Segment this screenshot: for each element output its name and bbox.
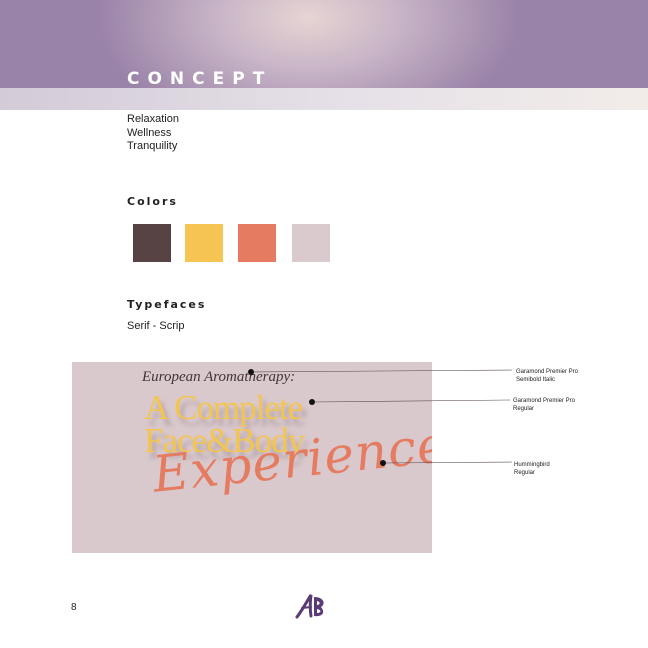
page-number: 8 — [71, 602, 77, 613]
color-swatch-yellow — [185, 224, 223, 262]
concept-list: Relaxation Wellness Tranquility — [127, 113, 179, 154]
callout-label-regular: Garamond Premier Pro Regular — [513, 397, 575, 413]
callout-font-style: Regular — [514, 470, 536, 476]
concept-item: Relaxation — [127, 113, 179, 125]
callout-font-name: Hummingbird — [514, 462, 550, 468]
callout-label-hummingbird: Hummingbird Regular — [514, 461, 550, 477]
color-swatch-dark-brown — [133, 224, 171, 262]
callout-font-style: Semibold Italic — [516, 377, 556, 383]
typefaces-subheading: Serif - Scrip — [127, 320, 185, 332]
callout-label-semibold-italic: Garamond Premier Pro Semibold Italic — [516, 368, 578, 384]
callout-font-name: Garamond Premier Pro — [516, 369, 579, 375]
sample-line-european-aromatherapy: European Aromatherapy: — [142, 369, 296, 385]
callout-font-style: Regular — [513, 406, 535, 412]
sample-line-a-complete: A Complete — [144, 388, 303, 427]
colors-heading: Colors — [127, 195, 178, 208]
concept-item: Tranquility — [127, 140, 178, 152]
typeface-sample-box: European Aromatherapy: A Complete Face&B… — [72, 362, 432, 553]
concept-item: Wellness — [127, 126, 172, 139]
callout-font-name: Garamond Premier Pro — [513, 398, 576, 404]
color-swatch-mauve — [292, 224, 330, 262]
typefaces-heading: Typefaces — [127, 298, 207, 311]
header-strip — [0, 88, 648, 110]
color-swatch-coral — [238, 224, 276, 262]
concept-title: CONCEPT — [127, 69, 273, 89]
header-band — [0, 0, 648, 88]
brand-logo-icon — [295, 594, 324, 619]
